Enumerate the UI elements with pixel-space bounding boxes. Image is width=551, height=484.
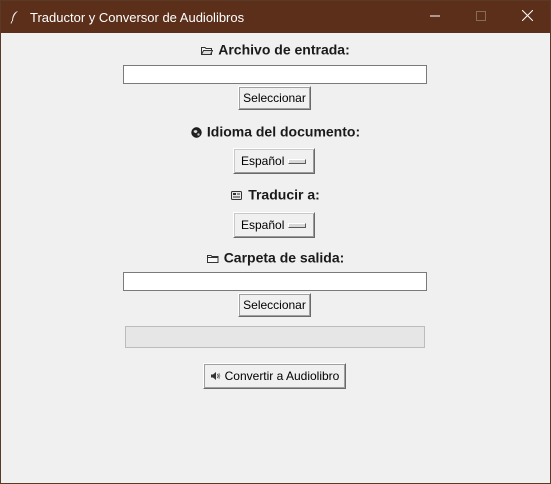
document-language-value: Español — [241, 154, 285, 168]
document-language-label-row: Idioma del documento: — [1, 122, 550, 139]
dropdown-indicator-icon — [288, 159, 306, 164]
translate-to-label-row: Traducir a: — [1, 185, 550, 202]
convert-button[interactable]: Convertir a Audiolibro — [203, 363, 346, 389]
document-language-dropdown[interactable]: Español — [233, 148, 315, 174]
progress-bar — [125, 326, 425, 348]
window-title: Traductor y Conversor de Audiolibros — [30, 10, 245, 25]
close-button[interactable] — [504, 1, 550, 33]
folder-icon — [206, 251, 219, 267]
maximize-icon — [476, 8, 486, 26]
output-folder-label-row: Carpeta de salida: — [1, 248, 550, 265]
close-icon — [521, 8, 533, 26]
globe-icon — [191, 125, 202, 141]
output-folder-select-button[interactable]: Seleccionar — [238, 293, 311, 317]
input-file-select-button[interactable]: Seleccionar — [238, 86, 311, 110]
minimize-button[interactable] — [412, 1, 458, 33]
main-panel: Archivo de entrada: Seleccionar Idioma d… — [1, 33, 550, 483]
maximize-button[interactable] — [458, 1, 504, 33]
speaker-icon — [210, 370, 221, 384]
title-bar[interactable]: Traductor y Conversor de Audiolibros — [1, 1, 550, 33]
input-file-label: Archivo de entrada: — [218, 41, 350, 58]
app-window: Traductor y Conversor de Audiolibros Arc… — [0, 0, 551, 484]
folder-open-icon — [200, 43, 214, 59]
document-language-label: Idioma del documento: — [206, 123, 361, 140]
translate-icon — [231, 188, 243, 204]
translate-to-value: Español — [241, 218, 285, 232]
convert-button-label: Convertir a Audiolibro — [224, 369, 340, 383]
translate-to-dropdown[interactable]: Español — [233, 212, 315, 238]
translate-to-label: Traducir a: — [248, 186, 320, 203]
output-folder-field[interactable] — [123, 272, 427, 291]
feather-icon — [10, 10, 20, 24]
minimize-icon — [430, 8, 440, 26]
output-folder-label: Carpeta de salida: — [223, 249, 345, 266]
input-file-label-row: Archivo de entrada: — [1, 40, 550, 57]
input-file-field[interactable] — [123, 65, 427, 84]
dropdown-indicator-icon — [288, 223, 306, 228]
